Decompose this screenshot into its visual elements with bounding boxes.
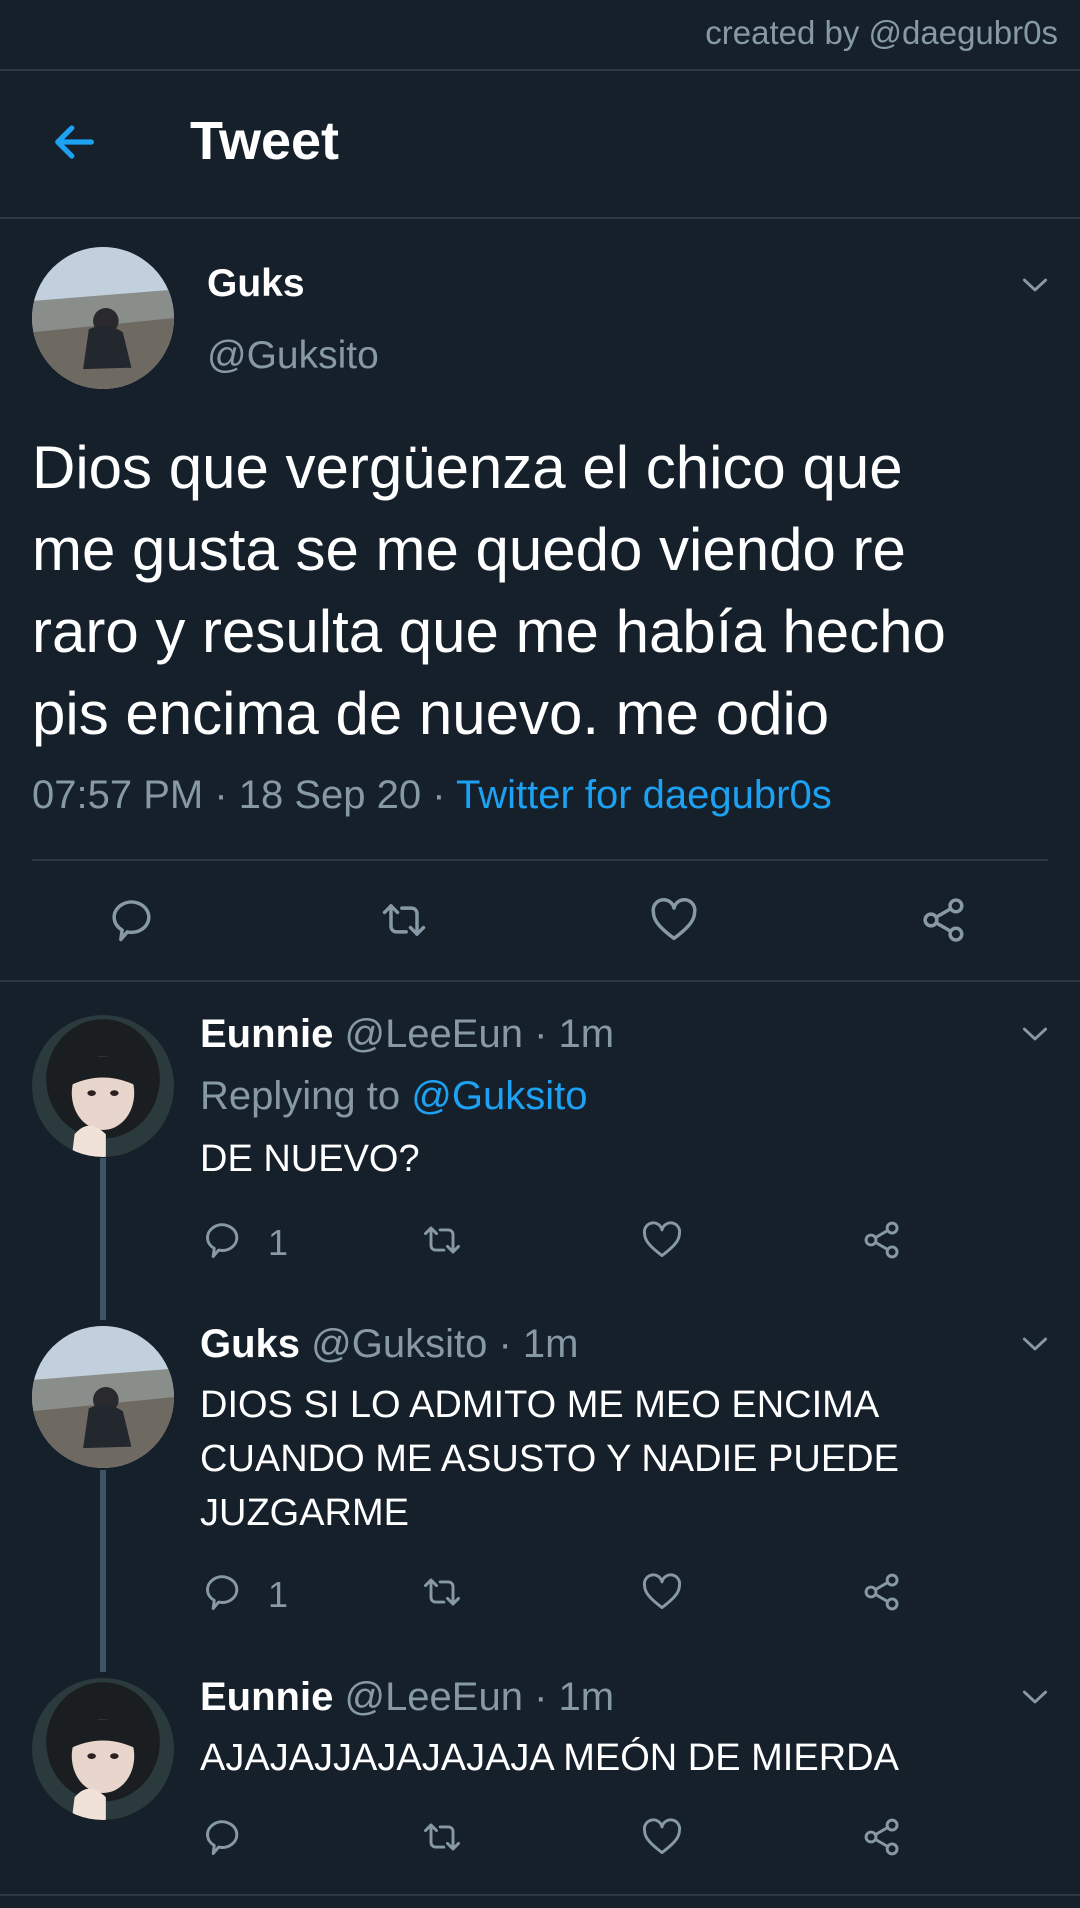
avatar[interactable]: [32, 1678, 174, 1820]
page-title: Tweet: [190, 111, 340, 171]
like-icon[interactable]: [640, 1570, 684, 1614]
tweet-time: 07:57 PM: [32, 773, 204, 817]
share-icon[interactable]: [918, 894, 970, 946]
reply-icon[interactable]: [204, 1815, 248, 1859]
creator-credit: created by @daegubr0s: [705, 14, 1058, 51]
tweet-divider: [0, 980, 1080, 982]
back-arrow-icon[interactable]: [48, 116, 100, 168]
share-icon[interactable]: [860, 1815, 904, 1859]
avatar[interactable]: [32, 247, 174, 389]
like-icon[interactable]: [640, 1218, 684, 1262]
tweet-date: 18 Sep 20: [238, 773, 422, 817]
meta-separator: ·: [421, 773, 456, 817]
reply-text: DIOS SI LO ADMITO ME MEO ENCIMA CUANDO M…: [200, 1384, 899, 1534]
avatar-photo: [32, 1326, 174, 1468]
credit-divider: [0, 69, 1080, 71]
retweet-icon[interactable]: [420, 1570, 464, 1614]
author-name[interactable]: Eunnie: [200, 1012, 333, 1056]
author-name[interactable]: Guks: [200, 1322, 300, 1366]
author-handle-time: @Guksito · 1m: [300, 1322, 579, 1366]
reply-count: 1: [268, 1222, 289, 1263]
bottom-divider: [0, 1894, 1080, 1896]
avatar-photo: [32, 1678, 174, 1820]
tweet-source-link[interactable]: Twitter for daegubr0s: [456, 773, 832, 817]
like-icon[interactable]: [640, 1815, 684, 1859]
reply-icon[interactable]: [110, 894, 162, 946]
reply-header: Guks @Guksito · 1m: [200, 1322, 578, 1367]
chevron-down-icon[interactable]: [1018, 268, 1052, 302]
retweet-icon[interactable]: [378, 894, 430, 946]
avatar[interactable]: [32, 1326, 174, 1468]
reply-header: Eunnie @LeeEun · 1m: [200, 1012, 614, 1057]
share-icon[interactable]: [860, 1570, 904, 1614]
header-divider: [0, 217, 1080, 219]
replying-prefix: Replying to: [200, 1074, 412, 1118]
chevron-down-icon[interactable]: [1018, 1327, 1052, 1361]
like-icon[interactable]: [648, 894, 700, 946]
author-name[interactable]: Guks: [207, 262, 305, 306]
chevron-down-icon[interactable]: [1018, 1680, 1052, 1714]
meta-separator: ·: [203, 773, 239, 817]
reply-icon[interactable]: [204, 1570, 248, 1614]
reply-count: 1: [268, 1574, 289, 1615]
retweet-icon[interactable]: [420, 1815, 464, 1859]
reply-icon[interactable]: [204, 1218, 248, 1262]
reply-header: Eunnie @LeeEun · 1m: [200, 1675, 614, 1720]
replying-to-handle[interactable]: @Guksito: [411, 1074, 587, 1118]
chevron-down-icon[interactable]: [1018, 1017, 1052, 1051]
thread-line: [100, 1470, 106, 1672]
author-handle-time: @LeeEun · 1m: [333, 1675, 615, 1719]
reply-text: AJAJAJJAJAJAJAJA MEÓN DE MIERDA: [200, 1737, 899, 1779]
retweet-icon[interactable]: [420, 1218, 464, 1262]
reply-text: DE NUEVO?: [200, 1138, 420, 1180]
avatar-photo: [32, 247, 174, 389]
avatar[interactable]: [32, 1015, 174, 1157]
replying-to: Replying to @Guksito: [200, 1074, 587, 1119]
share-icon[interactable]: [860, 1218, 904, 1262]
meta-divider: [32, 859, 1048, 861]
tweet-meta: 07:57 PM · 18 Sep 20 · Twitter for daegu…: [32, 773, 832, 818]
author-handle[interactable]: @Guksito: [207, 334, 379, 378]
author-name[interactable]: Eunnie: [200, 1675, 333, 1719]
top-bar: Tweet: [0, 72, 1080, 218]
tweet-text: Dios que vergüenza el chico que me gusta…: [32, 434, 946, 747]
thread-line: [100, 1158, 106, 1320]
author-handle-time: @LeeEun · 1m: [333, 1012, 615, 1056]
avatar-photo: [32, 1015, 174, 1157]
